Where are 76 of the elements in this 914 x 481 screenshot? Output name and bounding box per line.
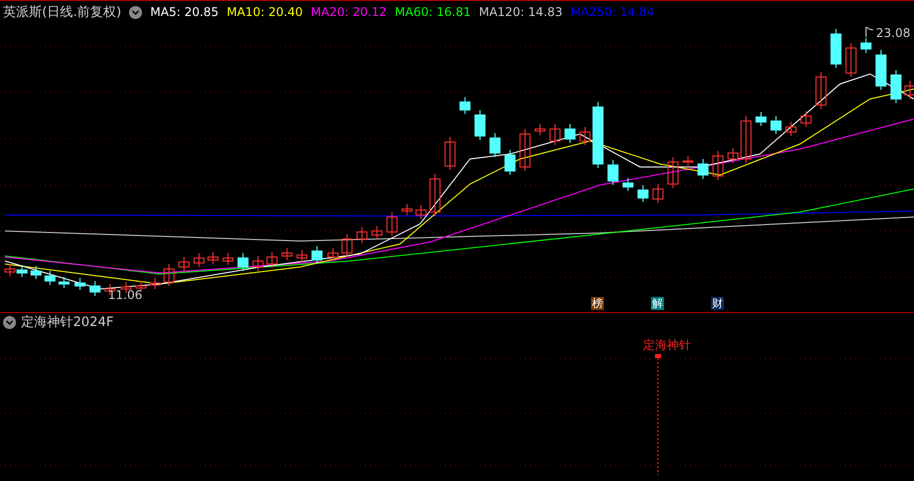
moving-average-label: MA10: 20.40 [226, 5, 303, 19]
candlestick [564, 124, 576, 144]
moving-average-label: MA5: 20.85 [150, 5, 219, 19]
candlestick [416, 204, 426, 220]
event-badge[interactable]: 财 [711, 297, 724, 310]
candlestick [698, 158, 708, 180]
candlestick [800, 110, 812, 128]
candlestick [712, 150, 724, 180]
candlestick [402, 204, 412, 216]
candlestick [150, 278, 160, 290]
moving-average-label: MA60: 16.81 [394, 5, 471, 19]
candlestick [890, 70, 902, 104]
moving-average-label: MA250: 14.84 [570, 5, 654, 19]
candlestick [474, 110, 486, 140]
candlestick [372, 226, 382, 240]
candlestick [282, 248, 292, 260]
candlestick [74, 278, 86, 290]
candlestick [786, 122, 796, 136]
event-badge[interactable]: 解 [651, 297, 664, 310]
candlestick [904, 80, 914, 100]
candlestick [816, 72, 826, 110]
moving-average-label: MA120: 14.83 [478, 5, 563, 19]
indicator-title: 定海神针2024F [21, 314, 114, 331]
candlestick [252, 256, 264, 272]
candlestick [90, 280, 100, 296]
candlestick [444, 136, 456, 170]
candlestick [460, 96, 470, 114]
high-price-label: 23.08 [876, 26, 910, 40]
candlestick [534, 124, 546, 136]
candlestick [178, 256, 190, 272]
candlestick [638, 184, 648, 202]
candlestick [504, 150, 516, 176]
signal-label: 定海神针 [643, 338, 691, 352]
chart-title: 英派斯(日线.前复权) [3, 4, 122, 21]
moving-average-label: MA20: 20.12 [310, 5, 387, 19]
candlestick [580, 126, 590, 146]
candlestick [860, 38, 872, 54]
candlestick [194, 252, 204, 268]
candlestick [550, 124, 560, 146]
candlestick [328, 248, 338, 262]
candlestick [652, 184, 664, 204]
candlestick [16, 264, 28, 278]
candlestick [682, 156, 694, 166]
candlestick [44, 270, 56, 286]
dropdown-icon[interactable] [129, 6, 142, 18]
flag-icon [866, 26, 874, 38]
candlestick [876, 50, 886, 90]
candlestick [30, 266, 42, 280]
candlestick [430, 174, 440, 216]
candlestick [312, 246, 322, 264]
candlestick [756, 112, 766, 126]
candlestick [356, 226, 368, 244]
candlestick [164, 264, 174, 286]
candlestick [238, 252, 248, 272]
candlestick [608, 160, 618, 186]
candlestick [296, 250, 308, 262]
event-badge[interactable]: 榜 [591, 297, 604, 310]
candlestick [770, 116, 782, 134]
candlestick [846, 42, 856, 78]
candlestick [520, 128, 530, 172]
dropdown-icon[interactable] [3, 316, 16, 328]
candlestick [668, 156, 678, 188]
candlestick [830, 28, 842, 68]
candlestick [208, 252, 218, 264]
candlestick [386, 212, 398, 236]
candlestick [4, 264, 16, 276]
candlestick [266, 252, 278, 268]
candlestick [222, 252, 234, 266]
candlestick [622, 178, 634, 192]
candlestick [342, 234, 352, 258]
candlestick [490, 132, 500, 158]
candlestick [592, 102, 604, 168]
low-price-label: 11.06 [108, 288, 142, 302]
candlestick [740, 116, 752, 164]
candlestick [58, 276, 70, 288]
candlestick [728, 148, 738, 164]
